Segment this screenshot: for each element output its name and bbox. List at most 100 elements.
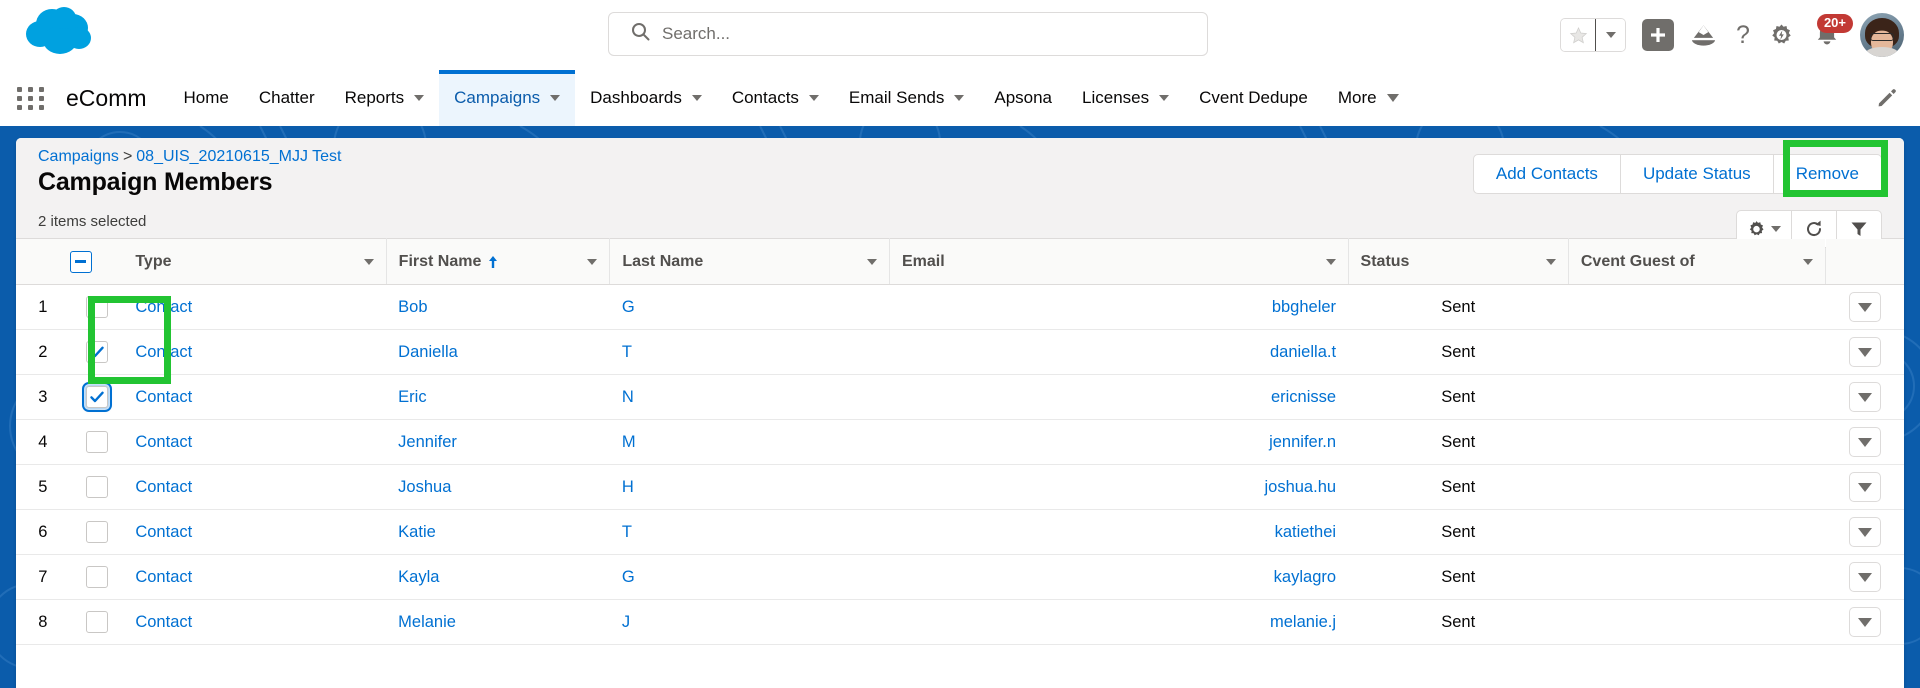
nav-item-chatter[interactable]: Chatter — [244, 70, 330, 126]
chevron-down-icon[interactable] — [954, 95, 965, 101]
type-link[interactable]: Contact — [135, 298, 192, 316]
first-name-link[interactable]: Melanie — [398, 613, 456, 631]
favorites-dropdown-icon[interactable] — [1595, 19, 1625, 51]
row-select-cell[interactable] — [69, 554, 124, 600]
row-select-cell[interactable] — [69, 329, 124, 375]
row-select-cell[interactable] — [69, 284, 124, 330]
table-row[interactable]: 4 Contact Jennifer M jennifer.n Sent — [16, 419, 1904, 465]
table-row[interactable]: 7 Contact Kayla G kaylagro Sent — [16, 554, 1904, 600]
row-select-cell[interactable] — [69, 464, 124, 510]
row-actions-cell[interactable] — [1825, 464, 1904, 510]
nav-item-reports[interactable]: Reports — [330, 70, 440, 126]
table-row[interactable]: 8 Contact Melanie J melanie.j Sent — [16, 599, 1904, 645]
row-actions-caret-icon[interactable] — [1848, 472, 1881, 502]
type-link[interactable]: Contact — [135, 568, 192, 586]
row-actions-cell[interactable] — [1825, 509, 1904, 555]
type-link[interactable]: Contact — [135, 523, 192, 541]
column-header-first-name[interactable]: First Name — [386, 238, 611, 285]
nav-item-campaigns[interactable]: Campaigns — [439, 70, 576, 126]
trailhead-mountain-icon[interactable] — [1690, 23, 1717, 47]
row-actions-caret-icon[interactable] — [1848, 562, 1881, 592]
notifications-bell-icon[interactable]: 20+ — [1810, 14, 1853, 53]
row-actions-cell[interactable] — [1825, 329, 1904, 375]
add-contacts-button[interactable]: Add Contacts — [1472, 154, 1621, 194]
breadcrumb-parent-link[interactable]: Campaigns — [38, 148, 119, 165]
column-header-status[interactable]: Status — [1348, 238, 1569, 285]
table-row[interactable]: 6 Contact Katie T katiethei Sent — [16, 509, 1904, 555]
table-row[interactable]: 3 Contact Eric N ericnisse Sent — [16, 374, 1904, 420]
row-actions-cell[interactable] — [1825, 599, 1904, 645]
pencil-edit-icon[interactable] — [1854, 70, 1920, 126]
last-name-link[interactable]: N — [622, 388, 634, 406]
setup-gear-icon[interactable] — [1769, 23, 1794, 48]
column-header-email[interactable]: Email — [889, 238, 1349, 285]
remove-button[interactable]: Remove — [1772, 154, 1882, 194]
first-name-link[interactable]: Jennifer — [398, 433, 457, 451]
row-select-cell[interactable] — [69, 599, 124, 645]
first-name-link[interactable]: Bob — [398, 298, 427, 316]
row-actions-cell[interactable] — [1825, 284, 1904, 330]
chevron-down-icon[interactable] — [1803, 258, 1814, 265]
favorites-star-icon[interactable] — [1561, 19, 1595, 51]
chevron-down-icon[interactable] — [1159, 95, 1170, 101]
chevron-down-icon[interactable] — [1545, 258, 1556, 265]
first-name-link[interactable]: Joshua — [398, 478, 451, 496]
first-name-link[interactable]: Eric — [398, 388, 426, 406]
row-actions-caret-icon[interactable] — [1848, 517, 1881, 547]
row-actions-cell[interactable] — [1825, 419, 1904, 465]
user-avatar[interactable] — [1860, 13, 1904, 57]
chevron-down-icon[interactable] — [414, 95, 425, 101]
email-link[interactable]: katiethei — [1275, 523, 1336, 541]
nav-item-more[interactable]: More — [1323, 70, 1414, 126]
column-header-type[interactable]: Type — [123, 238, 387, 285]
email-link[interactable]: bbgheler — [1272, 298, 1336, 316]
row-checkbox[interactable] — [85, 611, 108, 633]
type-link[interactable]: Contact — [135, 343, 192, 361]
app-launcher-waffle-icon[interactable] — [0, 70, 62, 126]
table-row[interactable]: 1 Contact Bob G bbgheler Sent — [16, 284, 1904, 330]
row-actions-caret-icon[interactable] — [1848, 607, 1881, 637]
update-status-button[interactable]: Update Status — [1619, 154, 1774, 194]
chevron-down-icon[interactable] — [691, 95, 702, 101]
last-name-link[interactable]: H — [622, 478, 634, 496]
last-name-link[interactable]: T — [622, 523, 632, 541]
row-checkbox[interactable] — [85, 566, 108, 588]
column-header-cvent-guest-of[interactable]: Cvent Guest of — [1568, 238, 1827, 285]
last-name-link[interactable]: G — [622, 568, 635, 586]
salesforce-cloud-logo[interactable] — [22, 4, 108, 62]
row-select-cell[interactable] — [69, 419, 124, 465]
row-checkbox[interactable] — [85, 296, 108, 318]
global-actions-plus-icon[interactable] — [1642, 19, 1674, 51]
row-actions-caret-icon[interactable] — [1848, 382, 1881, 412]
chevron-down-icon[interactable] — [1325, 258, 1336, 265]
type-link[interactable]: Contact — [135, 433, 192, 451]
table-row[interactable]: 2 Contact Daniella T daniella.t Sent — [16, 329, 1904, 375]
email-link[interactable]: daniella.t — [1270, 343, 1336, 361]
search-input[interactable] — [662, 24, 1181, 44]
chevron-down-icon[interactable] — [363, 258, 374, 265]
row-checkbox[interactable] — [85, 431, 108, 453]
favorites-button-group[interactable] — [1560, 18, 1626, 52]
row-checkbox[interactable] — [85, 476, 108, 498]
nav-item-contacts[interactable]: Contacts — [717, 70, 834, 126]
row-actions-caret-icon[interactable] — [1848, 427, 1881, 457]
nav-item-licenses[interactable]: Licenses — [1067, 70, 1184, 126]
email-link[interactable]: melanie.j — [1270, 613, 1336, 631]
breadcrumb-current-link[interactable]: 08_UIS_20210615_MJJ Test — [136, 148, 341, 165]
select-all-checkbox[interactable] — [69, 250, 92, 273]
chevron-down-icon[interactable] — [550, 95, 561, 101]
caret-down-icon[interactable] — [1771, 226, 1781, 232]
last-name-link[interactable]: G — [622, 298, 635, 316]
nav-item-apsona[interactable]: Apsona — [979, 70, 1067, 126]
chevron-down-icon[interactable] — [866, 258, 877, 265]
type-link[interactable]: Contact — [135, 613, 192, 631]
row-actions-caret-icon[interactable] — [1848, 292, 1881, 322]
row-select-cell[interactable] — [69, 509, 124, 555]
row-select-cell[interactable] — [69, 374, 124, 420]
chevron-down-icon[interactable] — [587, 258, 598, 265]
nav-item-email-sends[interactable]: Email Sends — [834, 70, 979, 126]
search-box[interactable] — [608, 12, 1208, 56]
last-name-link[interactable]: T — [622, 343, 632, 361]
email-link[interactable]: jennifer.n — [1269, 433, 1336, 451]
type-link[interactable]: Contact — [135, 388, 192, 406]
